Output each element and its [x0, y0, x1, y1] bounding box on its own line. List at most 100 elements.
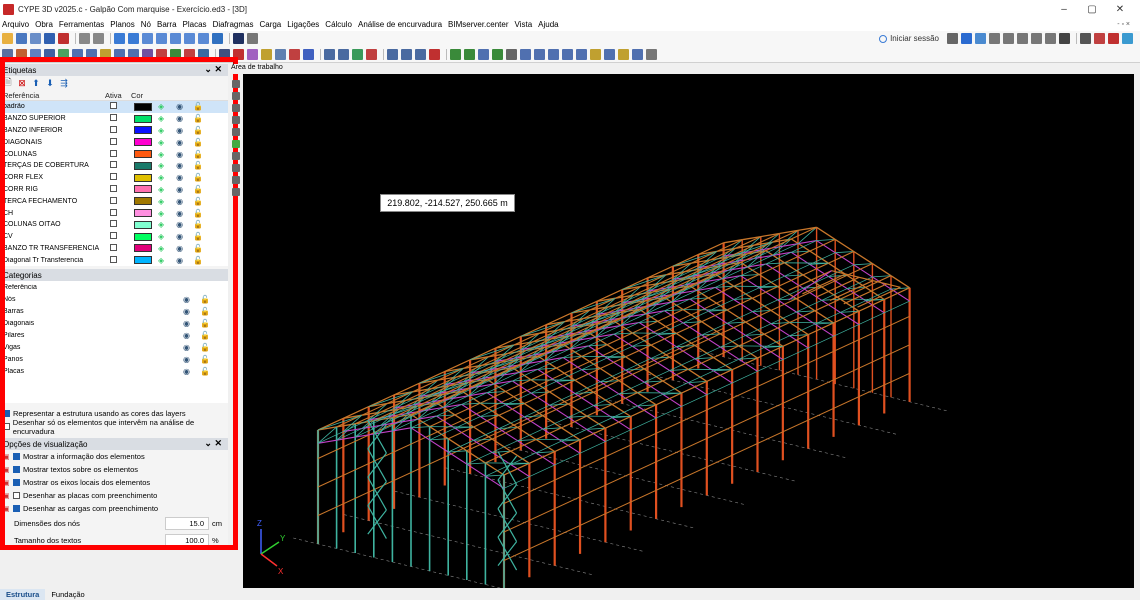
list-icon[interactable] — [128, 48, 139, 60]
category-lock-icon[interactable]: 🔓 — [200, 331, 210, 340]
view-option[interactable]: ▣ Desenhar as placas com preenchimento — [0, 489, 228, 502]
layer-visibility-icon[interactable]: ◉ — [176, 244, 183, 253]
layer-3d-icon[interactable]: ◈ — [158, 244, 164, 253]
canopy-beam[interactable] — [829, 280, 874, 302]
foundation-icon[interactable] — [492, 48, 503, 60]
plane-icon[interactable] — [247, 48, 258, 60]
search-icon[interactable] — [947, 33, 958, 44]
layer-3d-icon[interactable]: ◈ — [158, 173, 164, 182]
layer-visibility-icon[interactable]: ◉ — [176, 185, 183, 194]
canopy-beam[interactable] — [857, 286, 901, 308]
move-up-icon[interactable]: ⬆ — [31, 78, 41, 88]
render-icon[interactable] — [233, 33, 244, 44]
layer-row[interactable]: CV ◈ ◉ 🔓 — [0, 230, 228, 243]
layer-lock-icon[interactable]: 🔓 — [193, 150, 203, 159]
window-icon[interactable] — [961, 33, 972, 44]
layer-color-swatch[interactable] — [134, 126, 152, 135]
layer-row[interactable]: BANZO INFERIOR ◈ ◉ 🔓 — [0, 124, 228, 137]
menu-ligacoes[interactable]: Ligações — [287, 20, 319, 29]
layer-color-swatch[interactable] — [134, 185, 152, 194]
arrow-icon[interactable] — [233, 48, 244, 60]
layer-visibility-icon[interactable]: ◉ — [176, 197, 183, 206]
misc-icon[interactable] — [646, 48, 657, 60]
layer-color-swatch[interactable] — [134, 256, 152, 265]
sheet6-icon[interactable] — [604, 48, 615, 60]
sheet2-icon[interactable] — [534, 48, 545, 60]
layer-lock-icon[interactable]: 🔓 — [193, 244, 203, 253]
category-visibility-icon[interactable]: ◉ — [183, 343, 190, 352]
layer-color-swatch[interactable] — [134, 173, 152, 182]
bracing[interactable] — [497, 451, 518, 485]
layer-row[interactable]: DIAGONAIS ◈ ◉ 🔓 — [0, 136, 228, 149]
print-icon[interactable] — [44, 33, 55, 44]
view-options-collapse-icon[interactable]: ⌄ — [204, 438, 212, 448]
profile-icon[interactable] — [72, 48, 83, 60]
layer-color-swatch[interactable] — [134, 138, 152, 147]
view-option-checkbox[interactable] — [13, 466, 20, 474]
category-lock-icon[interactable]: 🔓 — [200, 355, 210, 364]
tab-fundacao[interactable]: Fundação — [45, 589, 90, 600]
layer-row[interactable]: TERCA FECHAMENTO ◈ ◉ 🔓 — [0, 195, 228, 208]
layer-lock-icon[interactable]: 🔓 — [193, 126, 203, 135]
layer-active-checkbox[interactable] — [110, 255, 117, 263]
menu-calculo[interactable]: Cálculo — [325, 20, 352, 29]
layer-visibility-icon[interactable]: ◉ — [176, 209, 183, 218]
layer-3d-icon[interactable]: ◈ — [158, 161, 164, 170]
diagram3-icon[interactable] — [415, 48, 426, 60]
eye-icon[interactable] — [232, 104, 240, 112]
layer-row[interactable]: CORR RÍG ◈ ◉ 🔓 — [0, 183, 228, 196]
bracing[interactable] — [497, 536, 518, 571]
zoom-in-icon[interactable] — [142, 33, 153, 44]
sheet-icon[interactable] — [520, 48, 531, 60]
category-visibility-icon[interactable]: ◉ — [183, 319, 190, 328]
top-chord[interactable] — [834, 238, 855, 253]
layer-visibility-icon[interactable]: ◉ — [176, 232, 183, 241]
bracing[interactable] — [497, 479, 518, 514]
menu-planos[interactable]: Planos — [110, 20, 134, 29]
purlin[interactable] — [392, 229, 799, 419]
menu-vista[interactable]: Vista — [515, 20, 533, 29]
login-link[interactable]: Iniciar sessão — [879, 34, 939, 43]
layer-row[interactable]: CH ◈ ◉ 🔓 — [0, 207, 228, 219]
new-layer-icon[interactable]: 🗎 — [3, 77, 13, 88]
move-icon[interactable] — [30, 48, 41, 60]
axis-icon[interactable] — [303, 48, 314, 60]
view-option[interactable]: ▣ Mostrar os eixos locais dos elementos — [0, 476, 228, 489]
layer-lock-icon[interactable]: 🔓 — [193, 256, 203, 265]
menu-obra[interactable]: Obra — [35, 20, 53, 29]
check-icon[interactable] — [429, 48, 440, 60]
save-as-icon[interactable] — [30, 33, 41, 44]
roof-brace[interactable] — [368, 391, 413, 407]
layer-active-checkbox[interactable] — [110, 102, 117, 110]
layer-3d-icon[interactable]: ◈ — [158, 256, 164, 265]
layer-visibility-icon[interactable]: ◉ — [176, 150, 183, 159]
view-options-close-icon[interactable]: ✕ — [214, 438, 222, 448]
tab-estrutura[interactable]: Estrutura — [0, 588, 46, 600]
layer-visibility-icon[interactable]: ◉ — [176, 161, 183, 170]
layer-3d-icon[interactable]: ◈ — [158, 232, 164, 241]
filter-icon[interactable] — [1031, 33, 1042, 44]
layer-3d-icon[interactable]: ◈ — [158, 209, 164, 218]
copy-bar-icon[interactable] — [44, 48, 55, 60]
menu-placas[interactable]: Placas — [183, 20, 207, 29]
cube-icon[interactable] — [232, 164, 240, 172]
load-icon[interactable] — [156, 48, 167, 60]
layer-visibility-icon[interactable]: ◉ — [176, 220, 183, 229]
roof-brace[interactable] — [571, 297, 616, 314]
lower-purlin[interactable] — [392, 243, 799, 432]
layer-row[interactable]: Diagonal Tr Transferencia ◈ ◉ 🔓 — [0, 254, 228, 267]
roof-brace[interactable] — [672, 251, 717, 267]
paint-icon[interactable] — [232, 176, 240, 184]
angle-icon[interactable] — [261, 48, 272, 60]
sheet5-icon[interactable] — [576, 48, 587, 60]
only-buckling-option[interactable]: Desenhar só os elementos que intervêm na… — [0, 418, 228, 436]
support-icon[interactable] — [170, 48, 181, 60]
bim-icon[interactable] — [58, 33, 69, 44]
green-layer-icon[interactable] — [232, 140, 240, 148]
layer-lock-icon[interactable]: 🔓 — [193, 232, 203, 241]
view-option[interactable]: ▣ Desenhar as cargas com preenchimento — [0, 502, 228, 515]
menu-ajuda[interactable]: Ajuda — [538, 20, 558, 29]
layer-color-swatch[interactable] — [134, 150, 152, 159]
layer-active-checkbox[interactable] — [110, 232, 117, 240]
group-icon[interactable] — [142, 48, 153, 60]
